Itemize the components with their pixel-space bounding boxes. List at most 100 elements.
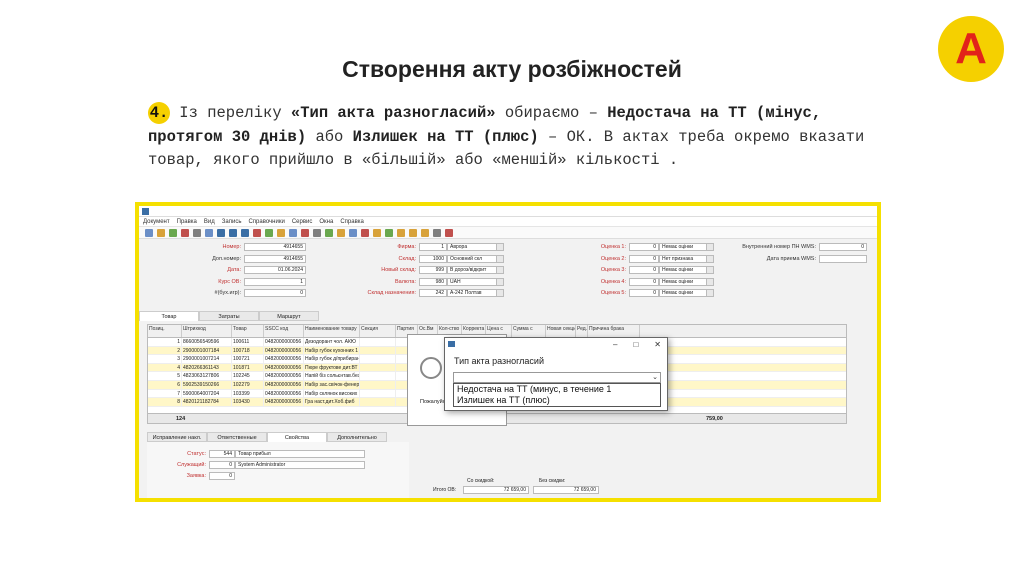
- field-value[interactable]: 242: [419, 289, 447, 297]
- chevron-down-icon[interactable]: [497, 243, 504, 251]
- chevron-down-icon[interactable]: [707, 277, 714, 286]
- toolbar-button-icon[interactable]: [421, 228, 429, 237]
- menu-item[interactable]: Документ: [143, 219, 170, 225]
- column-header[interactable]: Секция: [360, 325, 396, 337]
- field-value[interactable]: 980: [419, 277, 447, 286]
- chevron-down-icon[interactable]: [497, 289, 504, 297]
- chevron-down-icon[interactable]: [707, 243, 714, 251]
- bottom-tab[interactable]: Дополнительно: [327, 432, 387, 442]
- field-text[interactable]: А-242 Полтав: [447, 289, 497, 297]
- bottom-tab[interactable]: Ответственные: [207, 432, 267, 442]
- maximize-icon[interactable]: □: [633, 340, 638, 349]
- field-text[interactable]: Аврора: [447, 243, 497, 251]
- column-header[interactable]: Ред.: [576, 325, 588, 337]
- column-header[interactable]: SSCC код: [264, 325, 304, 337]
- chevron-down-icon[interactable]: [707, 289, 714, 297]
- menu-item[interactable]: Вид: [204, 219, 215, 225]
- column-header[interactable]: Позиц.: [148, 325, 182, 337]
- menu-item[interactable]: Запись: [222, 219, 242, 225]
- toolbar-button-icon[interactable]: [373, 228, 381, 237]
- field-value[interactable]: 1000: [419, 254, 447, 263]
- menu-item[interactable]: Правка: [177, 219, 197, 225]
- toolbar-button-icon[interactable]: [157, 228, 165, 237]
- field-value[interactable]: 1: [244, 277, 306, 286]
- field-value[interactable]: 4914655: [244, 243, 306, 251]
- field-value[interactable]: 0: [629, 266, 659, 274]
- field-text[interactable]: Немає оцінки: [659, 243, 707, 251]
- tab-3[interactable]: Маршрут: [259, 311, 319, 321]
- toolbar-button-icon[interactable]: [409, 228, 417, 237]
- field-value[interactable]: 0: [209, 461, 235, 469]
- column-header[interactable]: Наименование товару: [304, 325, 360, 337]
- toolbar-button-icon[interactable]: [145, 228, 153, 237]
- field-text[interactable]: Основний скл: [447, 254, 497, 263]
- column-header[interactable]: Причина брака: [588, 325, 640, 337]
- toolbar-button-icon[interactable]: [361, 228, 369, 237]
- chevron-down-icon[interactable]: [707, 254, 714, 263]
- field-value[interactable]: 0: [819, 243, 867, 251]
- field-text[interactable]: Товар прибыл: [235, 450, 365, 458]
- chevron-down-icon[interactable]: [707, 266, 714, 274]
- toolbar-button-icon[interactable]: [265, 228, 273, 237]
- toolbar-button-icon[interactable]: [205, 228, 213, 237]
- field-text[interactable]: Нет признака: [659, 254, 707, 263]
- field-value[interactable]: 544: [209, 450, 235, 458]
- field-value[interactable]: 0: [244, 289, 306, 297]
- column-header[interactable]: Штрихкод: [182, 325, 232, 337]
- toolbar-button-icon[interactable]: [337, 228, 345, 237]
- field-value[interactable]: 0: [629, 289, 659, 297]
- field-text[interactable]: Немає оцінки: [659, 266, 707, 274]
- toolbar-button-icon[interactable]: [445, 228, 453, 237]
- toolbar-button-icon[interactable]: [397, 228, 405, 237]
- toolbar-button-icon[interactable]: [253, 228, 261, 237]
- menu-item[interactable]: Сервис: [292, 219, 313, 225]
- act-type-combobox[interactable]: ⌄: [453, 372, 661, 383]
- column-header[interactable]: Товар: [232, 325, 264, 337]
- field-value[interactable]: 01.06.2024: [244, 266, 306, 274]
- field-value[interactable]: 0: [629, 277, 659, 286]
- field-value[interactable]: 4914655: [244, 254, 306, 263]
- toolbar-button-icon[interactable]: [181, 228, 189, 237]
- toolbar-button-icon[interactable]: [169, 228, 177, 237]
- chevron-down-icon[interactable]: [497, 254, 504, 263]
- toolbar-button-icon[interactable]: [301, 228, 309, 237]
- field-value[interactable]: 0: [629, 254, 659, 263]
- toolbar-button-icon[interactable]: [277, 228, 285, 237]
- field-value[interactable]: 0: [629, 243, 659, 251]
- bottom-tab[interactable]: Исправление накл.: [147, 432, 207, 442]
- close-icon[interactable]: ✕: [654, 340, 661, 349]
- column-header[interactable]: Сумма с: [512, 325, 546, 337]
- toolbar-button-icon[interactable]: [217, 228, 225, 237]
- minimize-icon[interactable]: –: [613, 340, 617, 349]
- dropdown-option[interactable]: Недостача на ТТ (минус, в течение 1: [454, 384, 660, 395]
- chevron-down-icon[interactable]: [497, 277, 504, 286]
- menu-item[interactable]: Справочники: [248, 219, 284, 225]
- field-text[interactable]: UAH: [447, 277, 497, 286]
- chevron-down-icon[interactable]: ⌄: [650, 373, 660, 382]
- toolbar-button-icon[interactable]: [289, 228, 297, 237]
- column-header[interactable]: Новая секция: [546, 325, 576, 337]
- field-value[interactable]: [819, 254, 867, 263]
- field-text[interactable]: Немає оцінки: [659, 289, 707, 297]
- toolbar-button-icon[interactable]: [433, 228, 441, 237]
- tab-2[interactable]: Затраты: [199, 311, 259, 321]
- field-text[interactable]: System Administrator: [235, 461, 365, 469]
- toolbar-button-icon[interactable]: [325, 228, 333, 237]
- bottom-tab[interactable]: Свойства: [267, 432, 327, 442]
- chevron-down-icon[interactable]: [497, 266, 504, 274]
- field-value[interactable]: 1: [419, 243, 447, 251]
- field-value[interactable]: 999: [419, 266, 447, 274]
- menu-item[interactable]: Справка: [340, 219, 364, 225]
- tab-1[interactable]: Товар: [139, 311, 199, 321]
- dropdown-option[interactable]: Излишек на ТТ (плюс): [454, 395, 660, 406]
- toolbar-button-icon[interactable]: [385, 228, 393, 237]
- menu-item[interactable]: Окна: [319, 219, 333, 225]
- field-text[interactable]: Немає оцінки: [659, 277, 707, 286]
- toolbar-button-icon[interactable]: [193, 228, 201, 237]
- toolbar-button-icon[interactable]: [349, 228, 357, 237]
- field-value[interactable]: 0: [209, 472, 235, 480]
- field-text[interactable]: В дороз/відкрит: [447, 266, 497, 274]
- toolbar-button-icon[interactable]: [241, 228, 249, 237]
- toolbar-button-icon[interactable]: [229, 228, 237, 237]
- toolbar-button-icon[interactable]: [313, 228, 321, 237]
